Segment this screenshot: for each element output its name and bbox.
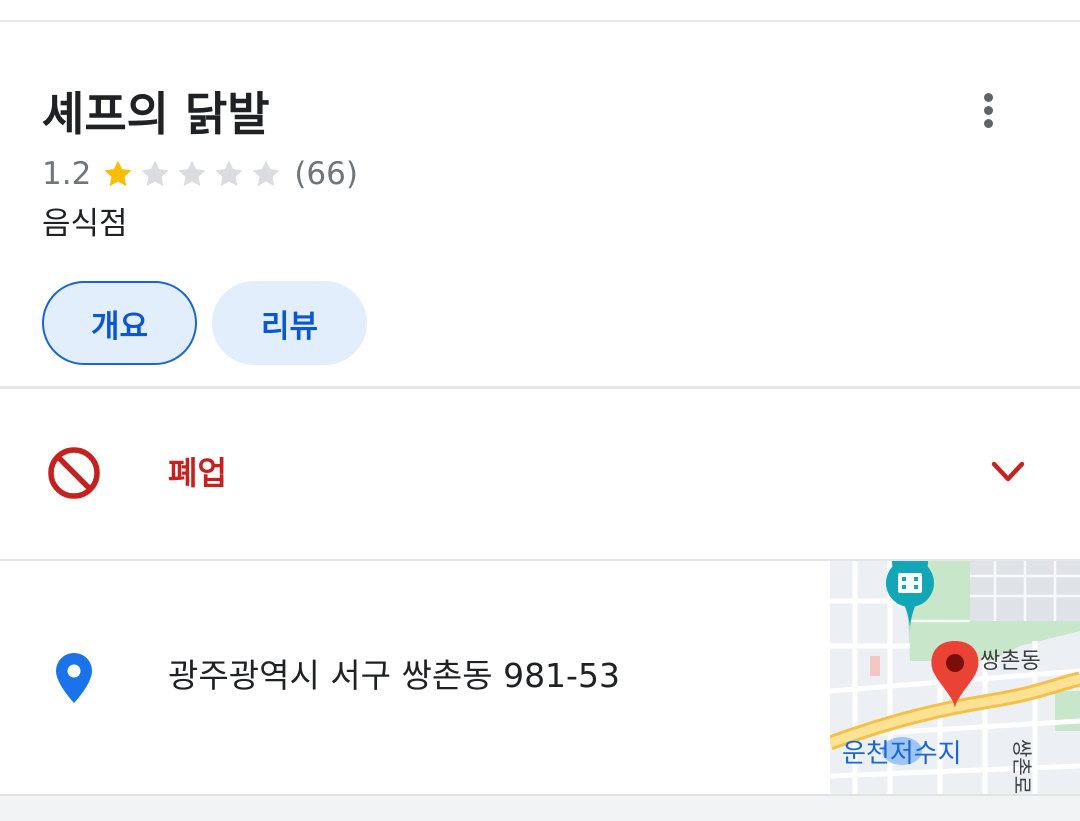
review-count: (66) <box>294 156 358 192</box>
map-label-district: 쌍촌동 <box>980 649 1041 674</box>
business-status-row[interactable]: 폐업 <box>0 389 1080 559</box>
more-vert-icon-dot <box>983 118 993 128</box>
location-pin-icon <box>56 653 92 703</box>
place-header: 셰프의 닭발 1.2 (66) 음식점 개요 리뷰 <box>0 22 1080 388</box>
address-row[interactable]: 광주광역시 서구 쌍촌동 981-53 쌍촌동 운천저수지 쌍촌로 <box>0 561 1080 795</box>
map-label-road: 쌍촌로 <box>1010 739 1034 794</box>
map-label-lake: 운천저수지 <box>842 739 962 769</box>
star-empty-icon <box>252 160 280 187</box>
block-icon <box>48 447 100 499</box>
tab-overview[interactable]: 개요 <box>42 281 197 365</box>
rating-row[interactable]: 1.2 (66) <box>42 152 358 196</box>
map-thumbnail[interactable]: 쌍촌동 운천저수지 쌍촌로 <box>830 561 1080 794</box>
more-vert-icon-dot <box>983 105 993 115</box>
bottom-divider <box>0 794 1080 821</box>
star-empty-icon <box>215 160 243 187</box>
rating-value: 1.2 <box>42 156 92 192</box>
chevron-down-icon[interactable] <box>988 455 1028 491</box>
more-vert-icon <box>983 92 993 102</box>
place-category: 음식점 <box>42 206 128 242</box>
top-divider <box>0 0 1080 22</box>
address-text: 광주광역시 서구 쌍촌동 981-53 <box>168 656 620 695</box>
rating-stars <box>101 157 286 191</box>
star-filled-icon <box>104 160 132 187</box>
tab-reviews[interactable]: 리뷰 <box>212 281 367 365</box>
star-empty-icon <box>141 160 169 187</box>
place-title: 셰프의 닭발 <box>42 87 270 141</box>
more-options-button[interactable] <box>966 84 1010 136</box>
business-status-label: 폐업 <box>168 454 227 492</box>
star-empty-icon <box>178 160 206 187</box>
